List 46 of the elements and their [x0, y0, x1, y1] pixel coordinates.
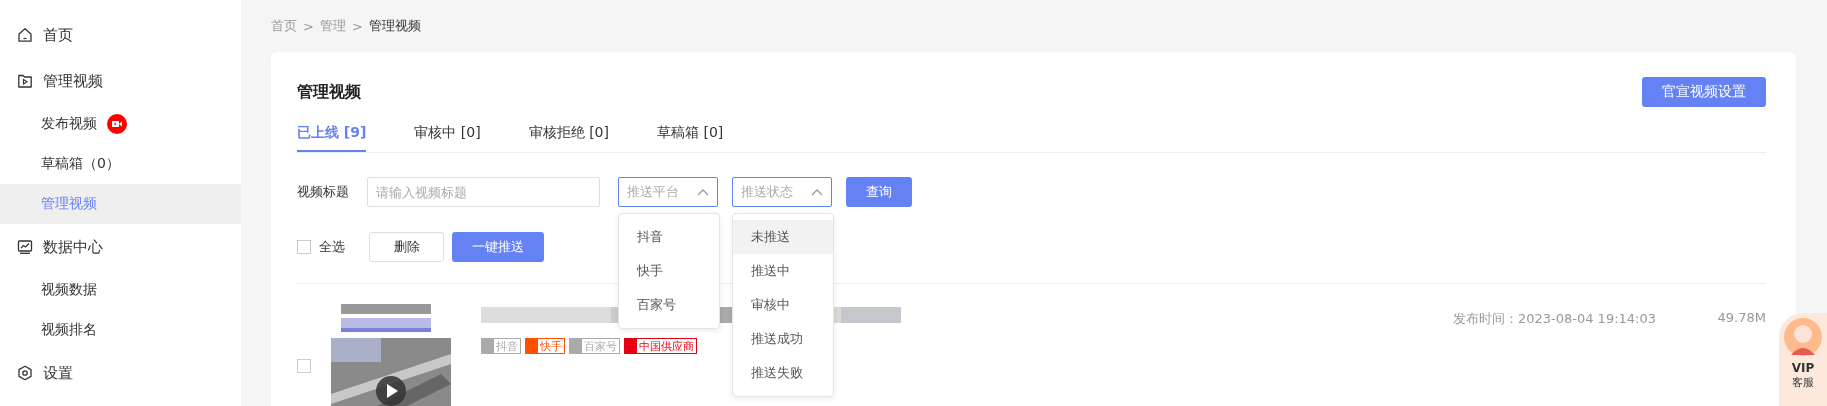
status-tab[interactable]: 草稿箱 [0]	[657, 120, 724, 152]
dropdown-option[interactable]: 未推送	[733, 220, 833, 254]
platform-tag: 中国供应商	[624, 338, 697, 354]
select-all-checkbox[interactable]	[297, 240, 311, 254]
nav-item[interactable]: 设置	[0, 350, 241, 396]
page-title: 管理视频	[297, 81, 361, 103]
status-tab[interactable]: 审核中 [0]	[414, 120, 481, 152]
support-widget[interactable]: VIP 客服	[1779, 313, 1827, 406]
status-tab[interactable]: 审核拒绝 [0]	[528, 120, 609, 152]
select-all-label[interactable]: 全选	[319, 238, 345, 256]
avatar-icon	[1783, 317, 1823, 357]
chevron-icon	[811, 188, 823, 196]
platform-tag: 抖音	[481, 338, 521, 354]
nav-item[interactable]: 视频排名	[0, 310, 241, 350]
breadcrumb-separator: >	[303, 18, 314, 34]
nav-item[interactable]: 管理视频	[0, 58, 241, 104]
settings-icon	[17, 365, 33, 381]
nav-item[interactable]: 数据中心	[0, 224, 241, 270]
monitor-chart-icon	[17, 239, 33, 255]
breadcrumb-link[interactable]: 管理视频	[368, 17, 421, 35]
dropdown-option[interactable]: 推送中	[733, 254, 833, 288]
chevron-icon	[697, 188, 709, 196]
breadcrumb-separator: >	[351, 18, 363, 34]
delete-button[interactable]: 删除	[369, 232, 444, 262]
nav-item[interactable]: 草稿箱（0）	[0, 144, 241, 184]
publish-time: 发布时间：2023-08-04 19:14:03	[1452, 310, 1656, 328]
filter-label: 视频标题	[297, 183, 350, 201]
dropdown-option[interactable]: 快手	[619, 254, 719, 288]
dropdown-option[interactable]: 抖音	[619, 220, 719, 254]
dropdown-option[interactable]: 推送成功	[733, 322, 833, 356]
home-icon	[17, 27, 33, 43]
nav-item[interactable]: 发布视频	[0, 104, 241, 144]
platform-tag: 百家号	[569, 338, 620, 354]
title-search-field[interactable]: 请输入视频标题	[367, 177, 600, 207]
support-label: VIP	[1791, 361, 1815, 375]
support-label: 客服	[1792, 375, 1814, 390]
dropdown-option[interactable]: 百家号	[619, 288, 719, 322]
nav-item[interactable]: 首页	[0, 12, 241, 58]
file-size: 49.78M	[1717, 310, 1766, 325]
platform-tag: 快手	[525, 338, 565, 354]
nav-item[interactable]: 视频数据	[0, 270, 241, 310]
dropdown-option[interactable]: 审核中	[733, 288, 833, 322]
video-icon	[17, 73, 33, 89]
play-icon[interactable]	[376, 376, 406, 406]
dropdown-option[interactable]: 推送失败	[733, 356, 833, 390]
row-checkbox[interactable]	[297, 359, 311, 373]
